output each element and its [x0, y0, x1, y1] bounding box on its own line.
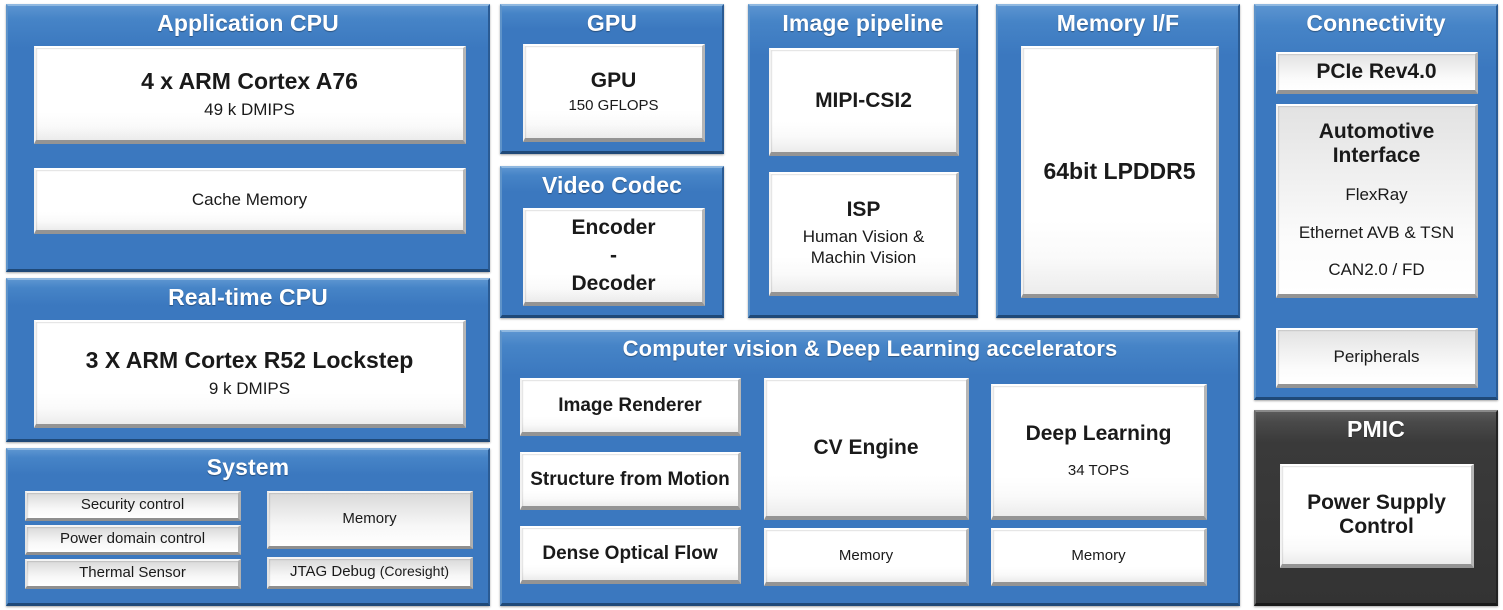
block-peripherals[interactable]: Peripherals [1276, 328, 1478, 388]
block-label-mipi-csi2: MIPI-CSI2 [815, 88, 912, 112]
block-thermal-sensor[interactable]: Thermal Sensor [25, 559, 241, 589]
block-label-rt-cpu-spec: 9 k DMIPS [208, 378, 291, 398]
block-label-power-domain-control: Power domain control [59, 530, 206, 548]
block-label-codec-separator: - [610, 243, 617, 267]
panel-title-gpu: GPU [586, 10, 638, 36]
panel-cv-dl-accelerators[interactable]: Computer vision & Deep Learning accelera… [500, 330, 1240, 606]
panel-title-pmic: PMIC [1347, 416, 1405, 442]
panel-title-system: System [206, 454, 290, 480]
block-label-cpu-name: 4 x ARM Cortex A76 [141, 68, 358, 95]
block-label-isp-spec-line1: Human Vision & [802, 226, 925, 246]
panel-title-application-cpu: Application CPU [157, 10, 339, 36]
block-label-isp-spec-line2: Machin Vision [810, 248, 917, 268]
block-jtag-debug[interactable]: JTAG Debug (Coresight) [267, 557, 473, 589]
block-label-lpddr5: 64bit LPDDR5 [1043, 157, 1196, 184]
block-label-cv-engine: CV Engine [813, 435, 919, 459]
panel-title-video-codec: Video Codec [542, 172, 682, 198]
block-automotive-interface[interactable]: Automotive Interface FlexRay Ethernet AV… [1276, 104, 1478, 298]
block-label-ethernet-avb-tsn: Ethernet AVB & TSN [1298, 222, 1455, 242]
block-label-flexray: FlexRay [1345, 185, 1408, 205]
panel-realtime-cpu[interactable]: Real-time CPU 3 X ARM Cortex R52 Lockste… [6, 278, 490, 442]
block-label-deep-learning: Deep Learning [1025, 421, 1172, 445]
block-label-jtag-debug: JTAG Debug (Coresight) [290, 563, 449, 582]
panel-application-cpu[interactable]: Application CPU 4 x ARM Cortex A76 49 k … [6, 4, 490, 272]
block-label-decoder: Decoder [571, 272, 656, 296]
block-cache-memory[interactable]: Cache Memory [34, 168, 466, 234]
panel-title-image-pipeline: Image pipeline [782, 10, 944, 36]
block-label-cv-engine-memory: Memory [838, 546, 894, 564]
block-pcie[interactable]: PCIe Rev4.0 [1276, 52, 1478, 94]
block-label-psu-line2: Control [1339, 515, 1414, 538]
block-label-can: CAN2.0 / FD [1328, 259, 1425, 279]
panel-image-pipeline[interactable]: Image pipeline MIPI-CSI2 ISP Human Visio… [748, 4, 978, 318]
panel-title-connectivity: Connectivity [1306, 10, 1446, 36]
panel-video-codec[interactable]: Video Codec Encoder - Decoder [500, 166, 724, 318]
block-label-gpu-name: GPU [590, 68, 637, 92]
block-mipi-csi2[interactable]: MIPI-CSI2 [769, 48, 959, 156]
block-image-renderer[interactable]: Image Renderer [520, 378, 741, 436]
block-power-supply-control[interactable]: Power Supply Control [1280, 464, 1474, 568]
block-system-memory[interactable]: Memory [267, 491, 473, 549]
block-deep-learning[interactable]: Deep Learning 34 TOPS [991, 384, 1207, 520]
block-label-deep-learning-memory: Memory [1071, 546, 1126, 564]
panel-connectivity[interactable]: Connectivity PCIe Rev4.0 Automotive Inte… [1254, 4, 1498, 400]
panel-system[interactable]: System Security control Power domain con… [6, 448, 490, 606]
block-label-automotive-line2: Interface [1332, 144, 1421, 168]
block-label-deep-learning-spec: 34 TOPS [1067, 461, 1130, 479]
block-label-cpu-spec: 49 k DMIPS [204, 99, 295, 119]
block-encoder-decoder[interactable]: Encoder - Decoder [523, 208, 705, 306]
block-label-gpu-spec: 150 GFLOPS [568, 96, 659, 114]
block-power-domain-control[interactable]: Power domain control [25, 525, 241, 555]
panel-memory-interface[interactable]: Memory I/F 64bit LPDDR5 [996, 4, 1240, 318]
block-label-encoder: Encoder [571, 215, 656, 239]
block-label-image-renderer: Image Renderer [558, 394, 702, 416]
block-cv-engine[interactable]: CV Engine [764, 378, 969, 520]
jtag-debug-name: JTAG Debug [289, 563, 376, 581]
panel-title-cv-dl-accelerators: Computer vision & Deep Learning accelera… [622, 336, 1118, 361]
panel-title-realtime-cpu: Real-time CPU [168, 284, 328, 310]
block-gpu-core[interactable]: GPU 150 GFLOPS [523, 44, 705, 142]
block-label-dense-optical-flow: Dense Optical Flow [542, 542, 718, 564]
panel-pmic[interactable]: PMIC Power Supply Control [1254, 410, 1498, 606]
block-security-control[interactable]: Security control [25, 491, 241, 521]
block-label-cache-memory: Cache Memory [191, 190, 308, 210]
block-label-peripherals: Peripherals [1333, 347, 1420, 367]
block-label-isp-name: ISP [846, 197, 881, 221]
block-isp[interactable]: ISP Human Vision & Machin Vision [769, 172, 959, 296]
block-label-psu-line1: Power Supply [1307, 490, 1446, 514]
block-lpddr5[interactable]: 64bit LPDDR5 [1021, 46, 1219, 298]
block-label-structure-from-motion: Structure from Motion [530, 468, 730, 490]
soc-block-diagram: Application CPU 4 x ARM Cortex A76 49 k … [0, 0, 1503, 610]
block-structure-from-motion[interactable]: Structure from Motion [520, 452, 741, 510]
block-label-rt-cpu-name: 3 X ARM Cortex R52 Lockstep [85, 347, 414, 374]
jtag-debug-sub: (Coresight) [379, 563, 449, 580]
panel-gpu[interactable]: GPU GPU 150 GFLOPS [500, 4, 724, 154]
block-label-pcie: PCIe Rev4.0 [1316, 59, 1437, 83]
panel-title-memory-interface: Memory I/F [1056, 10, 1180, 36]
block-arm-cortex-r52[interactable]: 3 X ARM Cortex R52 Lockstep 9 k DMIPS [34, 320, 466, 428]
block-dense-optical-flow[interactable]: Dense Optical Flow [520, 526, 741, 584]
block-cv-engine-memory[interactable]: Memory [764, 528, 969, 586]
block-label-system-memory: Memory [342, 510, 397, 528]
block-label-thermal-sensor: Thermal Sensor [79, 564, 186, 582]
block-deep-learning-memory[interactable]: Memory [991, 528, 1207, 586]
block-arm-cortex-a76[interactable]: 4 x ARM Cortex A76 49 k DMIPS [34, 46, 466, 144]
block-label-security-control: Security control [80, 496, 185, 514]
block-label-automotive-line1: Automotive [1318, 120, 1435, 143]
